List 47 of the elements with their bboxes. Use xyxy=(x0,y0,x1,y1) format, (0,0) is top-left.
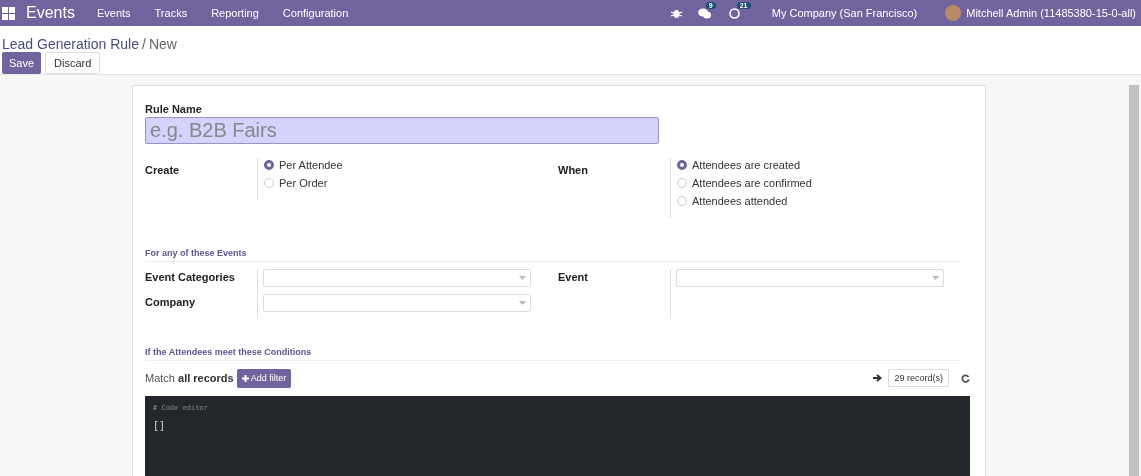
radio-label[interactable]: Attendees are confirmed xyxy=(692,176,812,189)
save-button[interactable]: Save xyxy=(2,52,42,74)
breadcrumb-separator: / xyxy=(142,36,146,52)
radio-label[interactable]: Attendees attended xyxy=(692,194,788,207)
chat-icon[interactable] xyxy=(697,7,711,19)
section-title: If the Attendees meet these Conditions xyxy=(145,347,960,361)
menu-item[interactable]: Configuration xyxy=(282,7,349,19)
radio-button[interactable] xyxy=(264,159,274,170)
scrollbar[interactable] xyxy=(1129,85,1139,476)
field-label: When xyxy=(558,164,589,178)
section-title: For any of these Events xyxy=(145,248,960,262)
dropdown-field[interactable] xyxy=(676,269,944,287)
menu-item[interactable]: Events xyxy=(96,7,131,19)
caret-icon xyxy=(932,276,939,280)
avatar xyxy=(945,5,962,21)
app-name[interactable]: Events xyxy=(26,4,75,22)
refresh-icon[interactable] xyxy=(961,373,970,383)
clock-icon[interactable] xyxy=(728,7,740,19)
plus-icon xyxy=(241,374,249,382)
menu-item[interactable]: Reporting xyxy=(211,7,259,19)
company-switcher[interactable]: My Company (San Francisco) xyxy=(771,7,918,19)
dropdown-field[interactable] xyxy=(263,294,531,312)
radio-label[interactable]: Attendees are created xyxy=(692,158,801,171)
menu-item[interactable]: Tracks xyxy=(154,7,188,19)
match-text: Match all records xyxy=(145,372,234,384)
field-label: Event Categories xyxy=(145,271,236,284)
caret-icon xyxy=(519,301,526,305)
bug-icon[interactable] xyxy=(670,7,682,19)
radio-label[interactable]: Per Attendee xyxy=(279,158,343,171)
field-label: Company xyxy=(145,296,197,309)
apps-menu-icon[interactable] xyxy=(2,6,15,20)
radio-button[interactable] xyxy=(677,159,687,170)
field-label: Create xyxy=(145,164,181,178)
dropdown-field[interactable] xyxy=(263,269,531,287)
breadcrumb-link[interactable]: Lead Generation Rule xyxy=(2,36,139,52)
arrow-right-icon[interactable] xyxy=(873,374,883,382)
code-value: [] xyxy=(153,420,167,431)
caret-icon xyxy=(519,276,526,280)
radio-label[interactable]: Per Order xyxy=(279,176,328,189)
field-label: Event xyxy=(558,271,589,284)
user-menu[interactable]: Mitchell Admin (11485380-15-0-all) xyxy=(966,7,1136,19)
record-count[interactable]: 29 record(s) xyxy=(888,369,949,387)
add-filter-button[interactable]: Add filter xyxy=(236,368,292,388)
rule-name-field[interactable]: e.g. B2B Fairs xyxy=(145,117,659,144)
discard-button[interactable]: Discard xyxy=(45,52,101,74)
field-label: Rule Name xyxy=(145,103,203,115)
breadcrumb-current: New xyxy=(148,36,177,52)
